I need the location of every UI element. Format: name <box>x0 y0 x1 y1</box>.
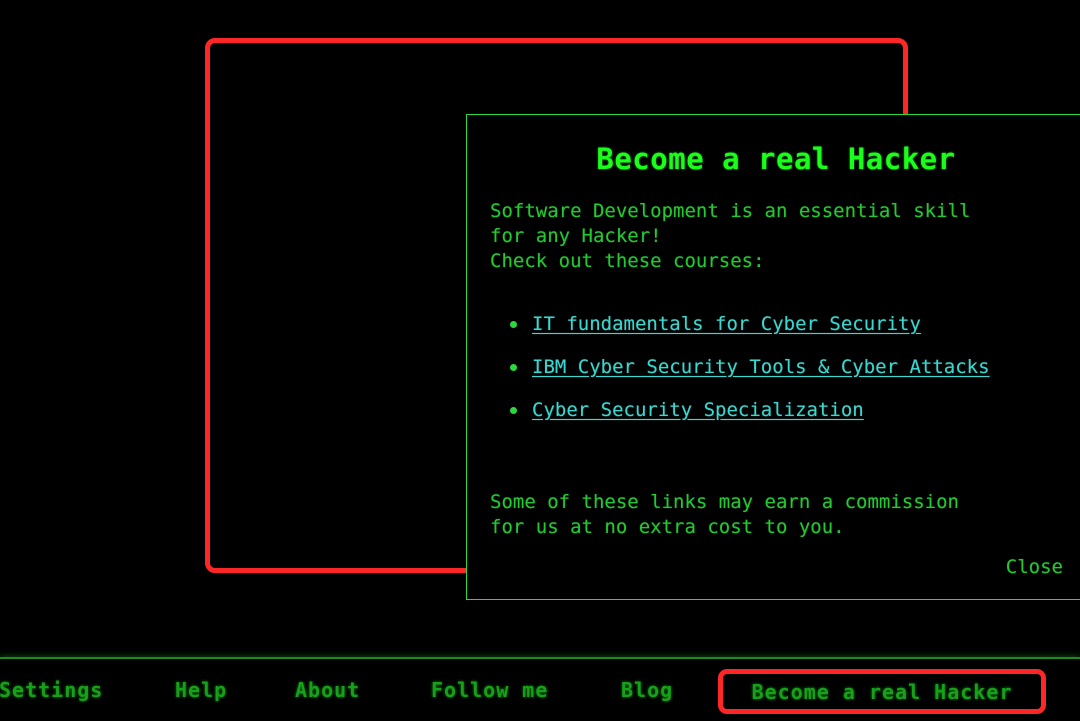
nav-item-become-a-real-hacker-label: Become a real Hacker <box>751 679 1013 704</box>
course-link-ibm-cyber-security-tools[interactable]: IBM Cyber Security Tools & Cyber Attacks <box>532 356 990 378</box>
nav-item-about[interactable]: About <box>295 678 360 702</box>
bullet-icon <box>510 364 517 371</box>
hacker-modal-highlight-frame: Become a real Hacker Software Developmen… <box>205 38 1080 600</box>
nav-item-blog[interactable]: Blog <box>621 678 673 702</box>
list-item: IBM Cyber Security Tools & Cyber Attacks <box>490 346 1065 389</box>
list-item: IT fundamentals for Cyber Security <box>490 303 1065 346</box>
affiliate-disclaimer: Some of these links may earn a commissio… <box>490 490 1065 540</box>
disclaimer-line-1: Some of these links may earn a commissio… <box>490 491 959 513</box>
nav-item-help[interactable]: Help <box>175 678 227 702</box>
course-link-list: IT fundamentals for Cyber Security IBM C… <box>490 303 1065 432</box>
bullet-icon <box>510 407 517 414</box>
bullet-icon <box>510 321 517 328</box>
disclaimer-line-2: for us at no extra cost to you. <box>490 516 845 538</box>
course-link-it-fundamentals[interactable]: IT fundamentals for Cyber Security <box>532 313 921 335</box>
intro-line-3: Check out these courses: <box>490 250 765 272</box>
nav-item-follow-me[interactable]: Follow me <box>431 678 548 702</box>
nav-item-settings[interactable]: Settings <box>0 678 103 702</box>
intro-line-2: for any Hacker! <box>490 225 662 247</box>
nav-item-become-a-real-hacker[interactable]: Become a real Hacker <box>718 669 1046 714</box>
modal-title: Become a real Hacker <box>596 142 956 176</box>
list-item: Cyber Security Specialization <box>490 389 1065 432</box>
hacker-modal-panel: Become a real Hacker Software Developmen… <box>466 114 1080 600</box>
course-link-cyber-security-specialization[interactable]: Cyber Security Specialization <box>532 399 864 421</box>
close-button[interactable]: Close <box>1006 556 1063 578</box>
intro-line-1: Software Development is an essential ski… <box>490 200 971 222</box>
modal-intro-text: Software Development is an essential ski… <box>490 199 1065 274</box>
